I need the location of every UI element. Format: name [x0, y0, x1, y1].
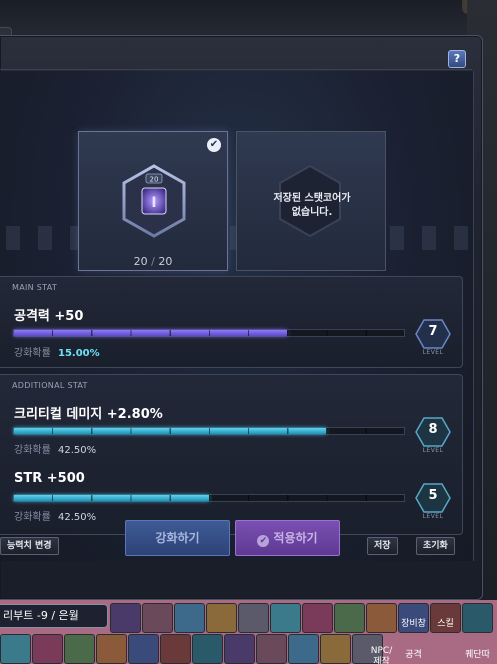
svg-text:I: I [151, 195, 156, 211]
quickslot[interactable] [334, 603, 365, 633]
enhance-button[interactable]: 강화하기 [125, 520, 230, 556]
quickslot[interactable] [96, 634, 127, 664]
main-stat-level-badge: 7 LEVEL [415, 319, 451, 356]
progress-ticks [14, 495, 404, 501]
empty-slot-message-line1: 저장된 스탯코어가 [273, 193, 351, 204]
empty-slot-message: 저장된 스탯코어가 없습니다. [267, 192, 357, 220]
level-label: LEVEL [422, 349, 444, 356]
additional-stat-2-level-badge: 5 LEVEL [415, 483, 451, 520]
additional-stat-1-level-badge: 8 LEVEL [415, 417, 451, 454]
window-header: ? [0, 44, 472, 70]
level-label: LEVEL [422, 447, 444, 454]
additional-stat-2-rate: 강화확률 42.50% [14, 508, 96, 523]
main-stat-title: MAIN STAT [12, 283, 58, 292]
quickslot[interactable] [206, 603, 237, 633]
quickslot[interactable] [366, 603, 397, 633]
progress-ticks [14, 428, 404, 434]
quickslot[interactable] [142, 603, 173, 633]
rate-label: 강화확률 [14, 512, 51, 523]
check-circle-icon: ✔ [257, 535, 270, 547]
progress-ticks [14, 330, 404, 336]
equipped-core-slot[interactable]: ✔ I 20 [78, 131, 228, 271]
quickslot[interactable] [174, 603, 205, 633]
additional-stat-1-level: 8 [428, 422, 438, 437]
additional-stat-2-level: 5 [428, 488, 438, 503]
quickslot[interactable] [192, 634, 223, 664]
rate-value: 42.50% [58, 445, 97, 456]
quickslot[interactable] [224, 634, 255, 664]
quickslot[interactable] [160, 634, 191, 664]
quickslot-label: 스킬 [437, 619, 454, 629]
additional-stat-1-rate: 강화확률 42.50% [14, 441, 96, 456]
additional-stat-1-progress-bar [13, 427, 405, 435]
core-count-max: 20 [158, 255, 173, 268]
check-icon: ✔ [207, 138, 221, 152]
quickslot-label: 공격 [405, 650, 422, 660]
core-count-current: 20 [133, 255, 148, 268]
main-stat-rate: 강화확률 15.00% [14, 344, 100, 359]
quickslot[interactable] [302, 603, 333, 633]
quickslot[interactable] [288, 634, 319, 664]
level-label: LEVEL [422, 513, 444, 520]
quickslot[interactable] [128, 634, 159, 664]
apply-button-label: 적용하기 [273, 531, 318, 545]
additional-stat-2-name: STR +500 [14, 471, 85, 486]
game-background-top [0, 0, 497, 40]
quickslot[interactable] [32, 634, 63, 664]
additional-stat-title: ADDITIONAL STAT [12, 381, 88, 390]
main-stat-panel: MAIN STAT 공격력 +50 강화확률 15.00% 7 LEVEL [0, 276, 463, 368]
quickslot[interactable] [320, 634, 351, 664]
additional-stat-2-progress-bar [13, 494, 405, 502]
change-stat-button[interactable]: 능력치 변경 [0, 537, 59, 555]
quickslot[interactable] [0, 634, 31, 664]
rate-value: 15.00% [58, 348, 100, 359]
core-panel: ✔ I 20 20 / 20 저장된 스탯코어가 없습니다. MAIN STAT… [0, 71, 474, 561]
additional-stat-1-name: 크리티컬 데미지 +2.80% [14, 407, 163, 422]
rate-label: 강화확률 [14, 348, 51, 359]
reset-button[interactable]: 초기화 [416, 537, 455, 555]
quickslot[interactable] [238, 603, 269, 633]
stat-core-icon: I 20 [122, 164, 186, 238]
quickslot[interactable] [270, 603, 301, 633]
chat-input[interactable]: 리부트 -9 / 은월 [0, 604, 108, 628]
help-button[interactable]: ? [448, 50, 466, 68]
quickslot-label: 퀘단따 [465, 650, 490, 660]
quickslot[interactable] [462, 603, 493, 633]
stat-core-window: ? ✔ I 20 20 / 20 저장된 스탯코어가 없습니다. MAIN ST… [0, 35, 483, 600]
save-button[interactable]: 저장 [367, 537, 398, 555]
quickslot-label: 장비창 [401, 619, 426, 629]
main-stat-level: 7 [428, 324, 438, 339]
quickslot[interactable] [64, 634, 95, 664]
apply-button[interactable]: ✔ 적용하기 [235, 520, 340, 556]
additional-stat-panel: ADDITIONAL STAT 크리티컬 데미지 +2.80% 강화확률 42.… [0, 374, 463, 535]
core-count-separator: / [151, 255, 155, 268]
rate-label: 강화확률 [14, 445, 51, 456]
saved-core-slot[interactable]: 저장된 스탯코어가 없습니다. [236, 131, 386, 271]
rate-value: 42.50% [58, 512, 97, 523]
core-count: 20 / 20 [78, 255, 228, 268]
main-stat-progress-bar [13, 329, 405, 337]
core-icon-level: 20 [150, 176, 159, 184]
quickslot[interactable] [110, 603, 141, 633]
empty-slot-message-line2: 없습니다. [291, 207, 333, 218]
main-stat-name: 공격력 +50 [14, 309, 84, 324]
quickslot-label: NPC/ 제작 [370, 646, 393, 664]
quickslot[interactable] [256, 634, 287, 664]
